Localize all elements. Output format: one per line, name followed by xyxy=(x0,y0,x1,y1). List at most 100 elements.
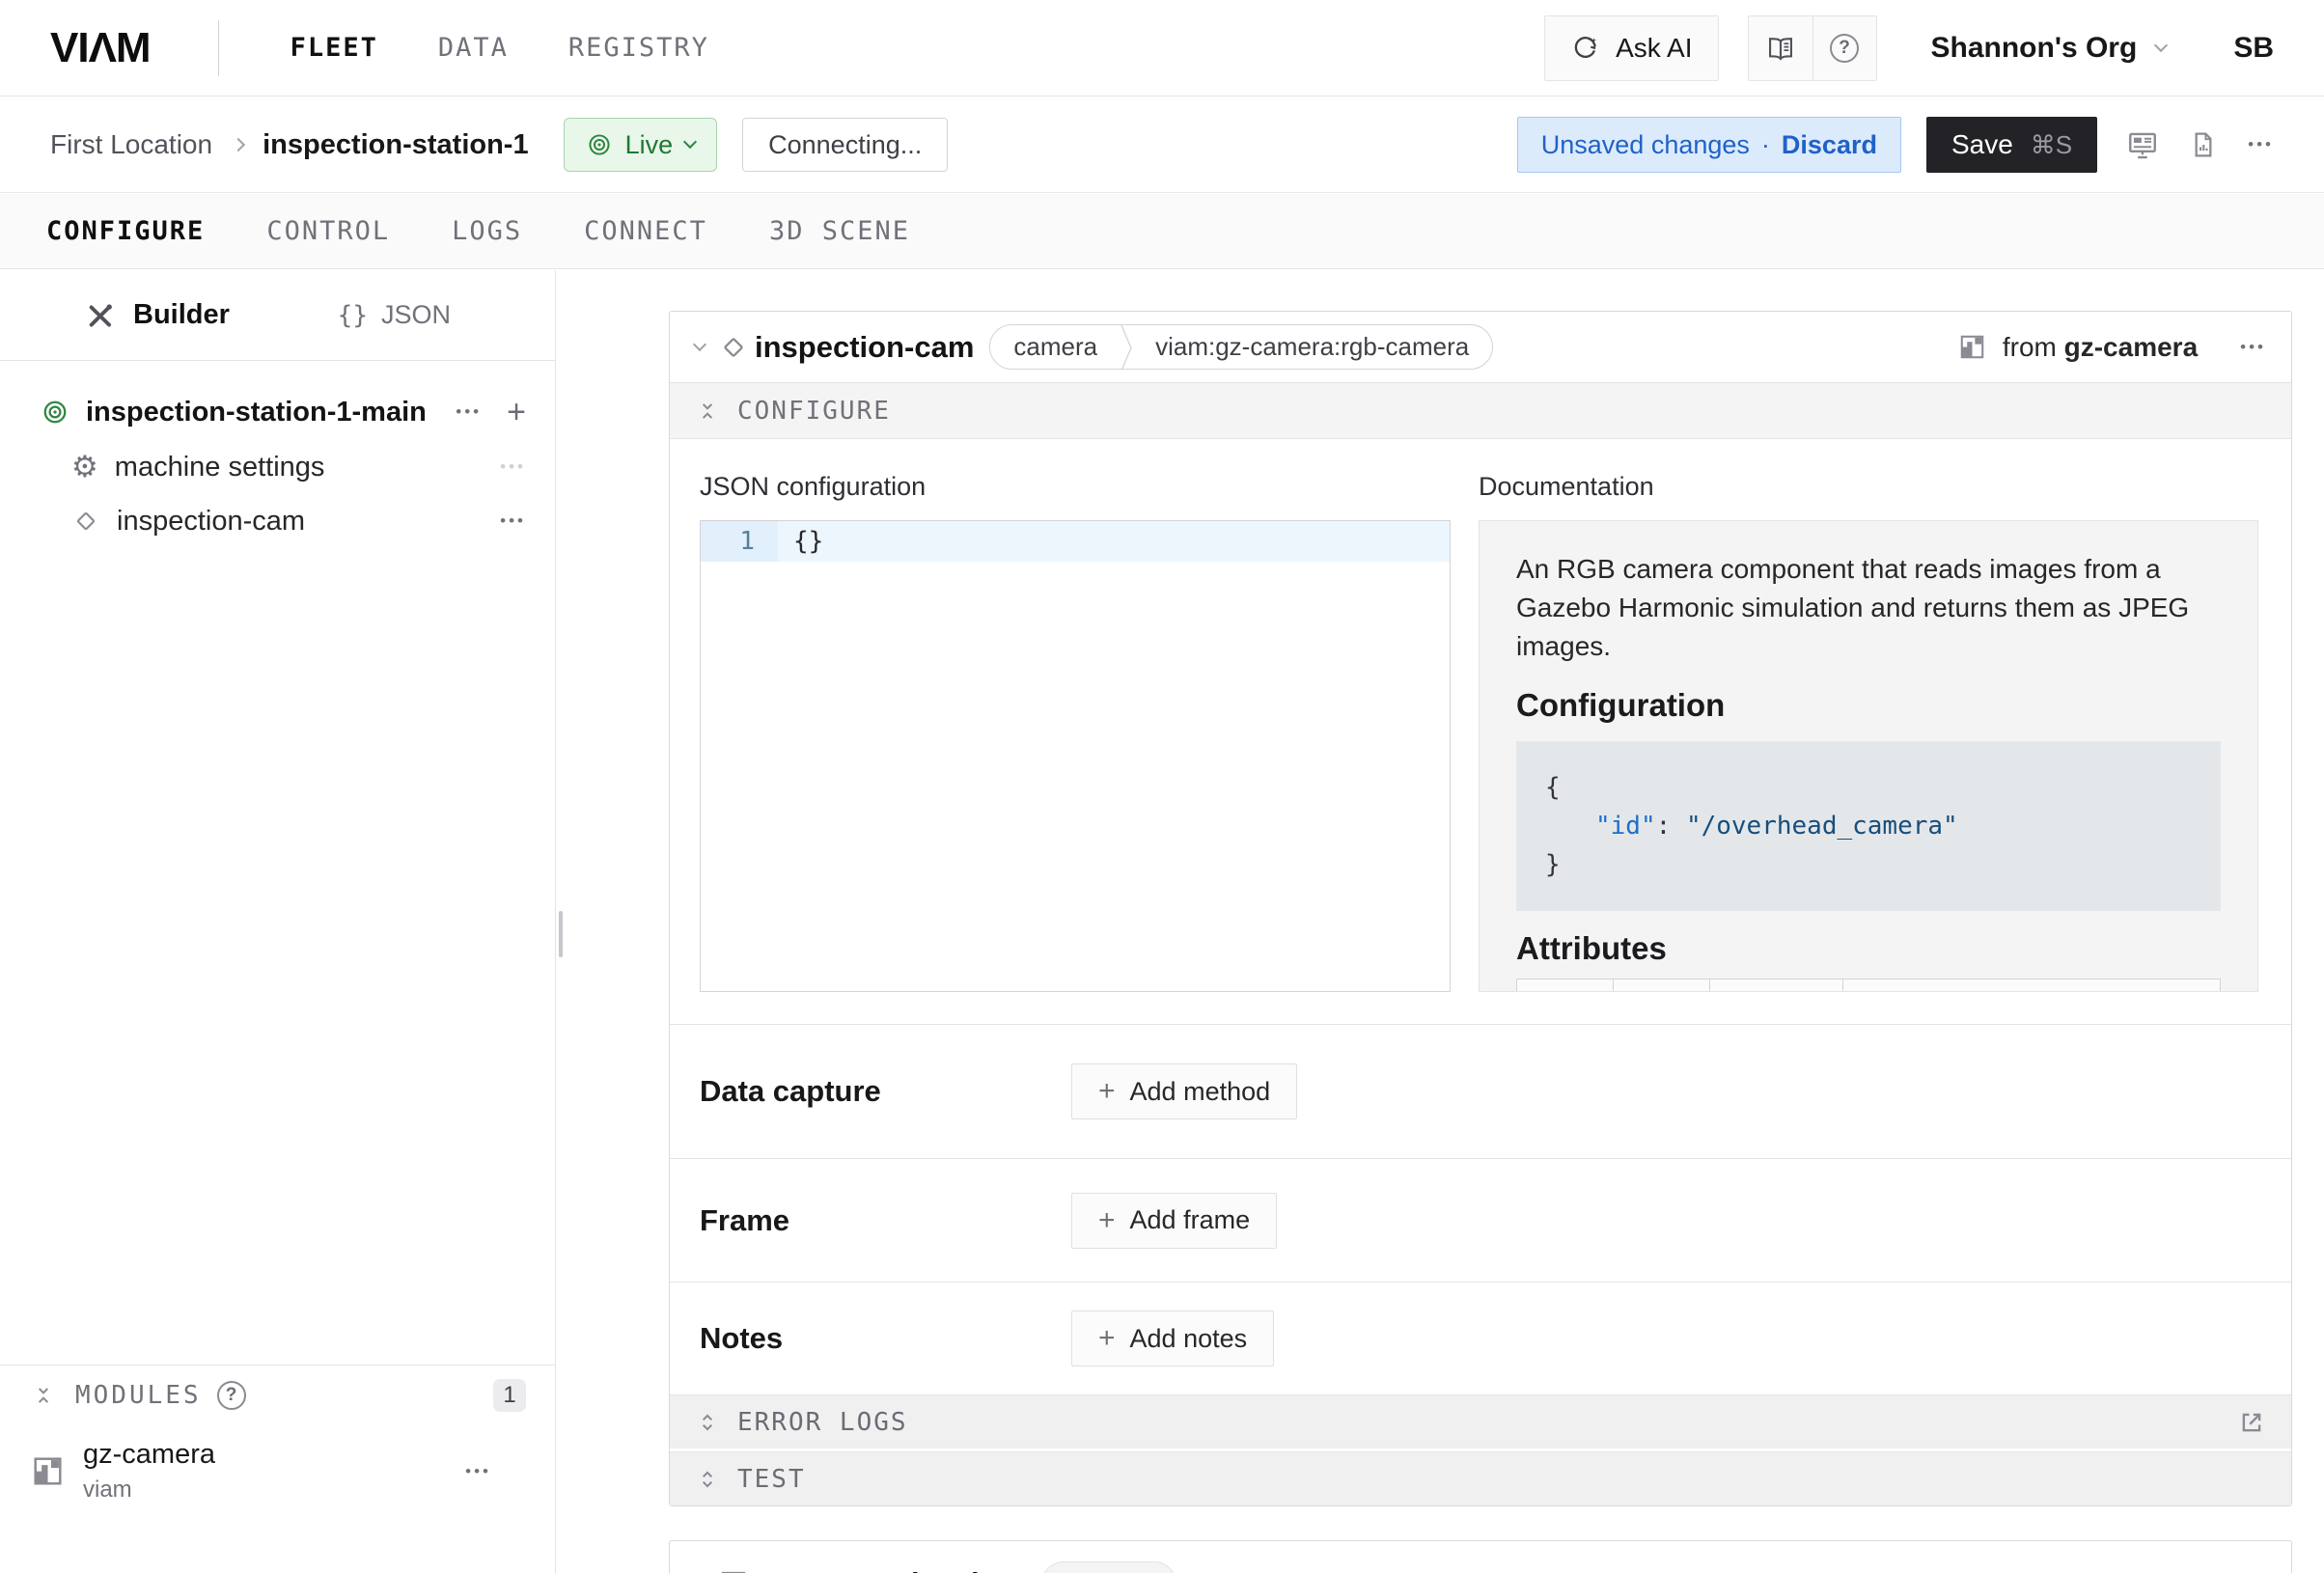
ask-ai-button[interactable]: Ask AI xyxy=(1544,15,1718,81)
module-card-header: gz-camera by viam module Registry xyxy=(670,1541,2291,1573)
doc-description: An RGB camera component that reads image… xyxy=(1516,550,2221,666)
tree-item-machine-settings[interactable]: ⚙ machine settings ••• xyxy=(0,440,555,494)
chevron-down-icon xyxy=(683,135,697,149)
sidebar-resize-handle[interactable] xyxy=(559,911,563,957)
add-frame-button[interactable]: + Add frame xyxy=(1071,1193,1277,1249)
live-label: Live xyxy=(625,130,674,160)
nav-data[interactable]: DATA xyxy=(438,33,509,63)
machine-more-menu[interactable]: ••• xyxy=(2248,135,2274,154)
help-button[interactable]: ? xyxy=(1812,16,1876,80)
report-file-button[interactable] xyxy=(2188,129,2219,160)
notes-heading: Notes xyxy=(700,1321,1071,1356)
tab-configure[interactable]: CONFIGURE xyxy=(46,216,205,246)
machine-status-dropdown[interactable]: Live xyxy=(564,118,718,172)
from-module-link[interactable]: from gz-camera xyxy=(2003,332,2198,363)
ask-ai-icon xyxy=(1570,33,1600,63)
modules-help-icon[interactable]: ? xyxy=(217,1381,246,1410)
registry-link[interactable]: Registry xyxy=(1202,1569,1338,1573)
error-logs-bar[interactable]: ERROR LOGS xyxy=(670,1394,2291,1449)
add-method-label: Add method xyxy=(1130,1077,1271,1107)
help-icon: ? xyxy=(1830,34,1859,63)
json-mode-button[interactable]: {} JSON xyxy=(338,300,451,330)
data-capture-section: Data capture + Add method xyxy=(670,1024,2291,1158)
configure-section-label: CONFIGURE xyxy=(737,397,891,426)
machine-part-tree: inspection-station-1-main ••• + ⚙ machin… xyxy=(0,361,555,548)
component-more-menu[interactable]: ••• xyxy=(2240,338,2266,357)
tab-3d-scene[interactable]: 3D SCENE xyxy=(769,216,910,246)
tab-control[interactable]: CONTROL xyxy=(266,216,390,246)
org-switcher[interactable]: Shannon's Org xyxy=(1931,32,2167,65)
book-icon xyxy=(1765,33,1796,64)
json-configuration-label: JSON configuration xyxy=(700,472,926,502)
gear-icon: ⚙ xyxy=(71,450,98,484)
primary-nav: FLEET DATA REGISTRY xyxy=(290,33,709,63)
module-org: viam xyxy=(83,1476,215,1504)
add-component-button[interactable]: + xyxy=(507,396,526,428)
add-notes-button[interactable]: + Add notes xyxy=(1071,1311,1274,1366)
component-name: inspection-cam xyxy=(755,330,974,365)
save-label: Save xyxy=(1951,129,2013,160)
module-name: gz-camera xyxy=(83,1439,215,1471)
doc-config-code-block: { "id": "/overhead_camera" } xyxy=(1516,741,2221,911)
part-more-menu[interactable]: ••• xyxy=(456,402,482,422)
plus-icon: + xyxy=(1098,1206,1116,1235)
viam-app: VIΛM FLEET DATA REGISTRY Ask AI xyxy=(0,0,2324,1573)
docs-button[interactable] xyxy=(1749,16,1812,80)
module-by-label: by viam xyxy=(911,1566,1022,1573)
tab-connect[interactable]: CONNECT xyxy=(584,216,707,246)
expand-icon xyxy=(695,1410,720,1435)
module-list-item[interactable]: gz-camera viam ••• xyxy=(0,1425,555,1504)
live-broadcast-icon xyxy=(41,398,69,427)
registry-label: Registry xyxy=(1242,1569,1338,1573)
plus-icon: + xyxy=(1098,1077,1116,1106)
add-method-button[interactable]: + Add method xyxy=(1071,1063,1297,1119)
component-type-model-badge: camera viam:gz-camera:rgb-camera xyxy=(989,324,1493,370)
modules-header[interactable]: MODULES ? 1 xyxy=(0,1366,555,1425)
module-card-name: gz-camera by viam xyxy=(755,1566,1022,1573)
nav-fleet[interactable]: FLEET xyxy=(290,33,378,63)
doc-attributes-table xyxy=(1516,979,2221,992)
data-capture-heading: Data capture xyxy=(700,1074,1071,1109)
component-type: camera xyxy=(990,325,1120,369)
discard-link[interactable]: Discard xyxy=(1782,130,1877,160)
tree-item-main-part[interactable]: inspection-station-1-main ••• + xyxy=(0,384,555,440)
user-avatar[interactable]: SB xyxy=(2233,32,2274,65)
nav-registry[interactable]: REGISTRY xyxy=(568,33,709,63)
save-button[interactable]: Save ⌘S xyxy=(1926,117,2097,173)
live-broadcast-icon xyxy=(586,131,613,158)
test-label: TEST xyxy=(737,1465,806,1494)
test-bar[interactable]: TEST xyxy=(670,1451,2291,1505)
header-divider xyxy=(218,20,219,76)
component-card-inspection-cam: inspection-cam camera viam:gz-camera:rgb… xyxy=(669,311,2292,1506)
add-notes-label: Add notes xyxy=(1130,1324,1248,1354)
tab-logs[interactable]: LOGS xyxy=(452,216,522,246)
documentation-label: Documentation xyxy=(1479,472,1654,502)
machine-bar: First Location inspection-station-1 Live… xyxy=(0,97,2324,193)
item-more-menu[interactable]: ••• xyxy=(500,511,526,531)
tree-item-inspection-cam[interactable]: inspection-cam ••• xyxy=(0,494,555,548)
machine-settings-label: machine settings xyxy=(115,452,325,483)
unsaved-changes-banner: Unsaved changes · Discard xyxy=(1517,117,1901,173)
unsaved-changes-label: Unsaved changes xyxy=(1541,130,1750,160)
configure-section-bar[interactable]: CONFIGURE xyxy=(670,382,2291,439)
viam-logo[interactable]: VIΛM xyxy=(50,24,151,72)
connecting-status-button[interactable]: Connecting... xyxy=(742,118,948,172)
json-config-editor[interactable]: 1 {} xyxy=(700,520,1451,992)
item-more-menu[interactable]: ••• xyxy=(500,457,526,477)
builder-mode-button[interactable]: Builder xyxy=(85,299,230,331)
module-icon xyxy=(1957,332,1987,362)
collapse-chevron-icon[interactable] xyxy=(693,337,706,350)
editor-active-line: 1 {} xyxy=(701,521,1450,562)
code-line: { xyxy=(1545,768,2192,807)
breadcrumb-location[interactable]: First Location xyxy=(50,129,212,160)
module-badge: module xyxy=(1041,1561,1176,1573)
error-logs-label: ERROR LOGS xyxy=(737,1408,908,1437)
code-line: "id": "/overhead_camera" xyxy=(1545,807,2192,845)
external-link-icon[interactable] xyxy=(2237,1408,2266,1437)
builder-json-toggle: Builder {} JSON xyxy=(0,270,555,361)
main-content: inspection-cam camera viam:gz-camera:rgb… xyxy=(557,270,2324,1573)
component-card-header: inspection-cam camera viam:gz-camera:rgb… xyxy=(670,312,2291,382)
module-more-menu[interactable]: ••• xyxy=(465,1462,491,1481)
frame-heading: Frame xyxy=(700,1203,1071,1238)
present-monitor-button[interactable] xyxy=(2126,128,2159,161)
